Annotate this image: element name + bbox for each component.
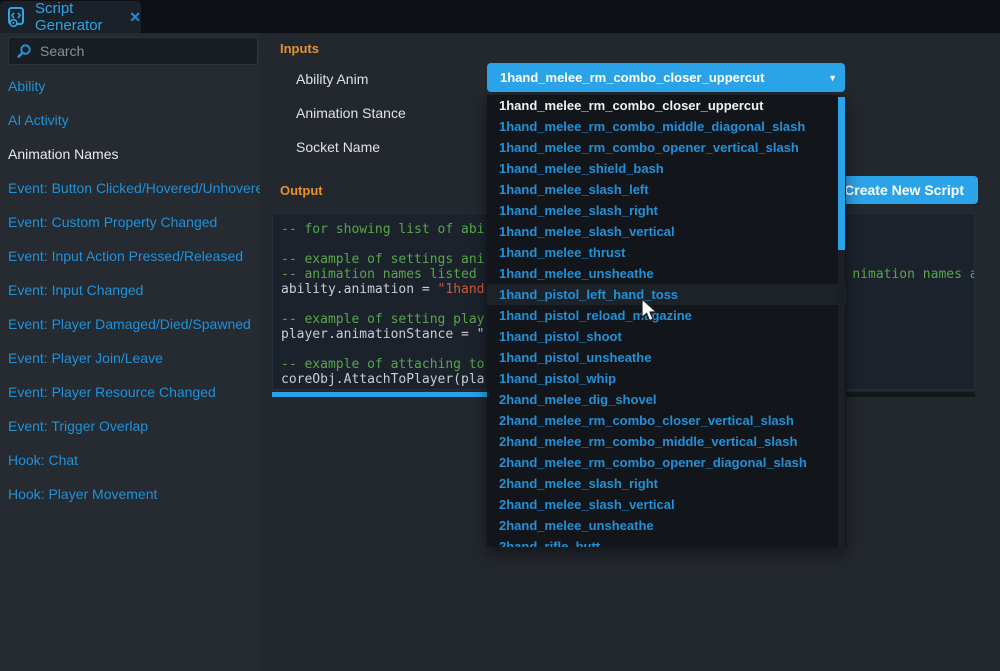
dropdown-option[interactable]: 2hand_melee_rm_combo_closer_vertical_sla…: [487, 410, 846, 431]
dropdown-option[interactable]: 1hand_pistol_shoot: [487, 326, 846, 347]
dropdown-option[interactable]: 1hand_melee_rm_combo_opener_vertical_sla…: [487, 137, 846, 158]
dropdown-option[interactable]: 2hand_melee_rm_combo_middle_vertical_sla…: [487, 431, 846, 452]
dropdown-option[interactable]: 2hand_melee_unsheathe: [487, 515, 846, 536]
ability-anim-dropdown-list: 1hand_melee_rm_combo_closer_uppercut1han…: [487, 95, 846, 547]
dropdown-option[interactable]: 2hand_melee_rm_combo_opener_diagonal_sla…: [487, 452, 846, 473]
sidebar-item[interactable]: Event: Player Damaged/Died/Spawned: [0, 307, 260, 341]
dropdown-option[interactable]: 1hand_melee_rm_combo_middle_diagonal_sla…: [487, 116, 846, 137]
dropdown-option[interactable]: 1hand_melee_slash_left: [487, 179, 846, 200]
search-input[interactable]: [38, 42, 242, 60]
sidebar-item[interactable]: Event: Trigger Overlap: [0, 409, 260, 443]
sidebar-item[interactable]: Event: Player Resource Changed: [0, 375, 260, 409]
chevron-down-icon: ▼: [828, 73, 837, 83]
dropdown-option[interactable]: 1hand_melee_shield_bash: [487, 158, 846, 179]
tab-script-generator[interactable]: Script Generator ✕: [0, 1, 141, 33]
code-segment-code: ability.animation =: [281, 282, 438, 297]
input-field-label: Socket Name: [296, 139, 380, 155]
sidebar-item[interactable]: Ability: [0, 69, 260, 103]
code-segment-comment: -- example of setting play: [281, 312, 485, 327]
output-header: Output: [280, 183, 323, 198]
sidebar-item[interactable]: Event: Custom Property Changed: [0, 205, 260, 239]
dropdown-option[interactable]: 1hand_pistol_left_hand_toss: [487, 284, 846, 305]
script-generator-icon: [6, 6, 28, 28]
code-segment-string: "1hand: [438, 282, 485, 297]
sidebar-item[interactable]: Animation Names: [0, 137, 260, 171]
ability-anim-select[interactable]: 1hand_melee_rm_combo_closer_uppercut ▼: [487, 63, 845, 92]
sidebar-item[interactable]: Event: Button Clicked/Hovered/Unhovered: [0, 171, 260, 205]
sidebar-item[interactable]: Hook: Chat: [0, 443, 260, 477]
code-segment-code: coreObj.AttachToPlayer(pla: [281, 372, 485, 387]
input-field-label: Animation Stance: [296, 105, 406, 121]
ability-anim-selected-value: 1hand_melee_rm_combo_closer_uppercut: [500, 70, 828, 85]
code-segment-comment: -- example of attaching to: [281, 357, 485, 372]
sidebar-item[interactable]: Event: Input Action Pressed/Released: [0, 239, 260, 273]
dropdown-option[interactable]: 2hand_melee_dig_shovel: [487, 389, 846, 410]
sidebar: AbilityAI ActivityAnimation NamesEvent: …: [0, 33, 260, 671]
dropdown-option[interactable]: 1hand_pistol_reload_magazine: [487, 305, 846, 326]
dropdown-option[interactable]: 2hand_melee_slash_vertical: [487, 494, 846, 515]
dropdown-scrollbar-thumb[interactable]: [838, 97, 845, 250]
search-box[interactable]: [8, 37, 258, 65]
sidebar-list: AbilityAI ActivityAnimation NamesEvent: …: [0, 69, 260, 511]
dropdown-option[interactable]: 1hand_melee_rm_combo_closer_uppercut: [487, 95, 846, 116]
inputs-header: Inputs: [280, 41, 319, 56]
search-icon: [16, 43, 32, 59]
main-panel: Inputs Ability Anim Animation Stance Socke…: [260, 33, 1000, 671]
sidebar-item[interactable]: AI Activity: [0, 103, 260, 137]
code-segment-comment: -- example of settings ani: [281, 252, 485, 267]
dropdown-options: 1hand_melee_rm_combo_closer_uppercut1han…: [487, 95, 846, 547]
sidebar-item[interactable]: Hook: Player Movement: [0, 477, 260, 511]
sidebar-item[interactable]: Event: Player Join/Leave: [0, 341, 260, 375]
dropdown-option[interactable]: 1hand_pistol_unsheathe: [487, 347, 846, 368]
dropdown-option[interactable]: 1hand_melee_unsheathe: [487, 263, 846, 284]
input-field-label: Ability Anim: [296, 71, 368, 87]
code-segment-comment: -- for showing list of abi: [281, 222, 485, 237]
dropdown-option[interactable]: 1hand_melee_slash_right: [487, 200, 846, 221]
tab-label: Script Generator: [35, 0, 121, 34]
close-icon[interactable]: ✕: [129, 9, 141, 26]
create-new-script-button[interactable]: Create New Script: [832, 176, 978, 204]
code-segment-code: player.animationStance = ": [281, 327, 485, 342]
sidebar-item[interactable]: Event: Input Changed: [0, 273, 260, 307]
dropdown-option[interactable]: 2hand_melee_slash_right: [487, 473, 846, 494]
dropdown-option[interactable]: 2hand_rifle_butt: [487, 536, 846, 547]
dropdown-option[interactable]: 1hand_pistol_whip: [487, 368, 846, 389]
dropdown-option[interactable]: 1hand_melee_slash_vertical: [487, 221, 846, 242]
dropdown-option[interactable]: 1hand_melee_thrust: [487, 242, 846, 263]
tab-bar: Script Generator ✕: [0, 0, 1000, 33]
